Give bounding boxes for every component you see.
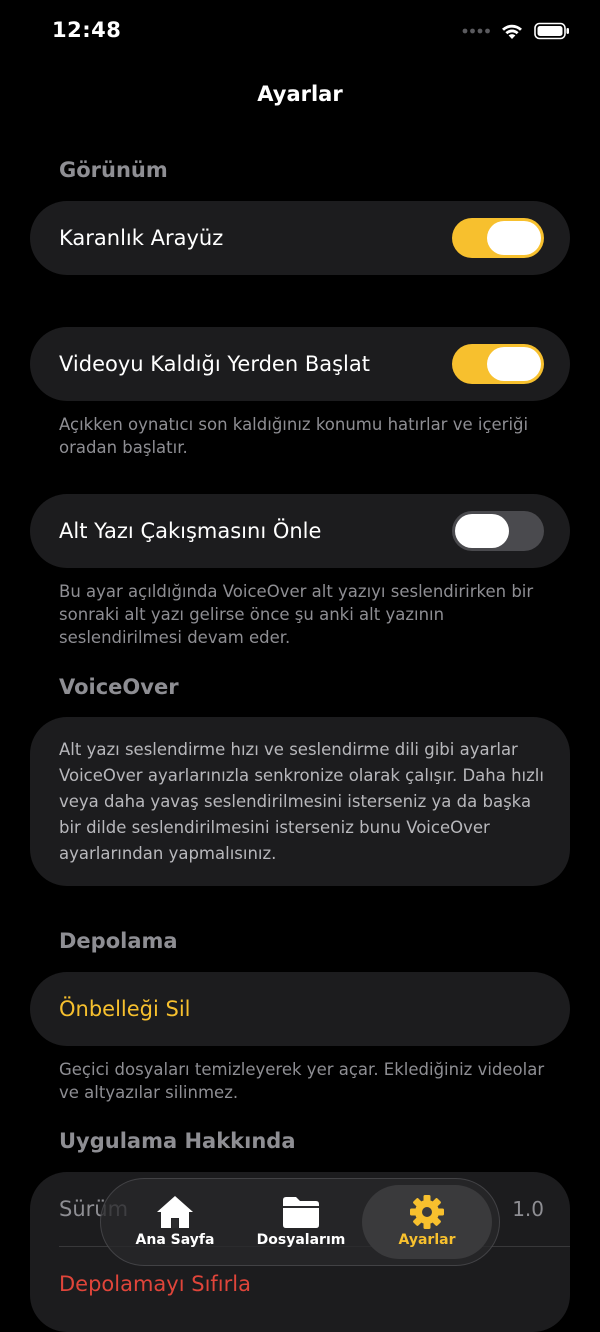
tab-files-label: Dosyalarım	[256, 1232, 346, 1248]
wifi-icon	[502, 24, 522, 39]
row-dark-ui[interactable]: Karanlık Arayüz	[30, 201, 570, 275]
toggle-knob	[487, 347, 541, 381]
resume-footnote: Açıkken oynatıcı son kaldığınız konumu h…	[59, 415, 529, 457]
status-icons	[462, 22, 570, 40]
version-value: 1.0	[512, 1197, 544, 1221]
subtitle-overlap-footnote: Bu ayar açıldığında VoiceOver alt yazıyı…	[59, 582, 534, 647]
card-voiceover: Alt yazı seslendirme hızı ve seslendirme…	[30, 717, 570, 886]
gear-icon	[410, 1195, 444, 1229]
section-header-about: Uygulama Hakkında	[59, 1129, 296, 1153]
toggle-knob	[487, 221, 541, 255]
subtitle-overlap-label: Alt Yazı Çakışmasını Önle	[59, 519, 322, 543]
reset-storage-label: Depolamayı Sıfırla	[59, 1272, 251, 1296]
dark-ui-toggle[interactable]	[452, 218, 544, 258]
tab-files[interactable]: Dosyalarım	[236, 1185, 366, 1259]
voiceover-info-text: Alt yazı seslendirme hızı ve seslendirme…	[59, 740, 544, 863]
tab-settings-label: Ayarlar	[398, 1232, 456, 1248]
tab-home-label: Ana Sayfa	[135, 1232, 215, 1248]
status-bar: 12:48	[0, 0, 600, 66]
resume-toggle[interactable]	[452, 344, 544, 384]
folder-icon	[283, 1197, 319, 1228]
section-header-appearance: Görünüm	[59, 158, 168, 182]
tab-home[interactable]: Ana Sayfa	[110, 1185, 240, 1259]
section-header-storage: Depolama	[59, 929, 178, 953]
row-subtitle-overlap[interactable]: Alt Yazı Çakışmasını Önle	[30, 494, 570, 568]
card-appearance: Karanlık Arayüz	[30, 201, 570, 275]
row-resume[interactable]: Videoyu Kaldığı Yerden Başlat	[30, 327, 570, 401]
resume-label: Videoyu Kaldığı Yerden Başlat	[59, 352, 370, 376]
clear-cache-label: Önbelleği Sil	[59, 997, 191, 1021]
card-subtitle-overlap: Alt Yazı Çakışmasını Önle	[30, 494, 570, 568]
tab-bar: Ana Sayfa Dosyalarım Ayarlar	[100, 1178, 500, 1266]
battery-icon	[534, 22, 569, 40]
section-header-voiceover: VoiceOver	[59, 675, 179, 699]
card-resume: Videoyu Kaldığı Yerden Başlat	[30, 327, 570, 401]
subtitle-overlap-toggle[interactable]	[452, 511, 544, 551]
tab-settings[interactable]: Ayarlar	[362, 1185, 492, 1259]
card-storage: Önbelleği Sil	[30, 972, 570, 1046]
page-title: Ayarlar	[257, 82, 343, 106]
home-icon	[157, 1196, 193, 1228]
toggle-knob	[455, 514, 509, 548]
status-time: 12:48	[52, 18, 122, 42]
signal-dots-icon	[462, 28, 490, 34]
dark-ui-label: Karanlık Arayüz	[59, 226, 224, 250]
clear-cache-button[interactable]: Önbelleği Sil	[30, 972, 570, 1046]
storage-footnote: Geçici dosyaları temizleyerek yer açar. …	[59, 1060, 545, 1102]
